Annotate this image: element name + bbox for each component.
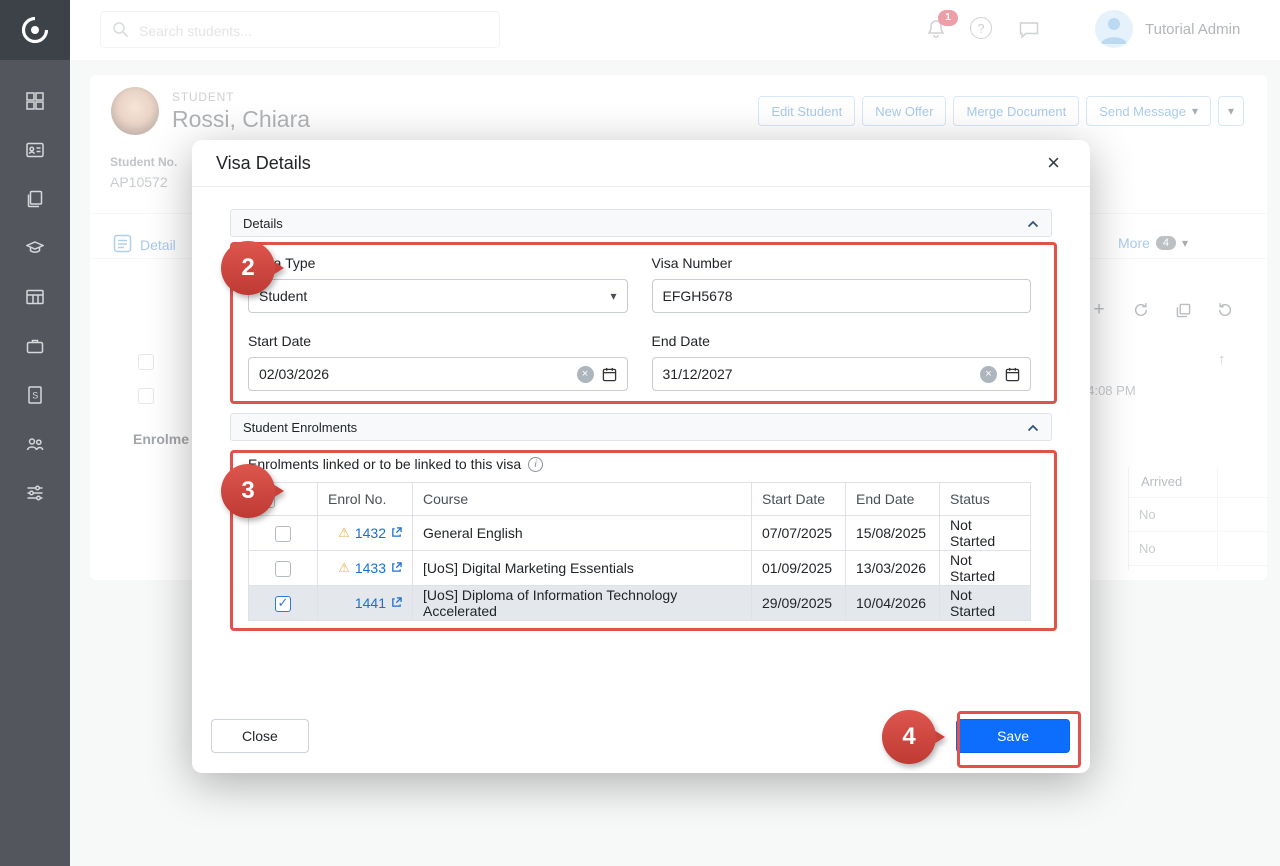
save-button[interactable]: Save [956,719,1070,753]
row-checkbox[interactable] [275,596,291,612]
row-checkbox[interactable] [275,526,291,542]
classes-icon[interactable] [26,288,44,306]
details-section-header[interactable]: Details [230,209,1052,237]
status-cell: Not Started [940,516,1031,551]
close-icon[interactable]: × [1041,151,1066,175]
info-icon[interactable]: i [528,457,543,472]
course-cell: General English [413,516,752,551]
visa-number-input[interactable]: EFGH5678 [652,279,1032,313]
enrol-link[interactable]: 1433 [355,560,386,576]
end-date-label: End Date [652,333,1032,349]
modal-title: Visa Details [216,153,311,174]
dashboard-icon[interactable] [26,92,44,110]
external-link-icon[interactable] [391,525,402,541]
visa-type-label: *Visa Type [248,255,628,271]
warning-icon: ⚠ [338,525,350,541]
calendar-icon[interactable] [602,367,617,382]
caret-down-icon: ▾ [610,289,616,303]
column-header-enrol-no: Enrol No. [318,483,413,516]
visa-type-select[interactable]: Student ▾ [248,279,628,313]
annotation-step-3: 3 [221,464,275,518]
annotation-step-2: 2 [221,241,275,295]
end-date-cell: 13/03/2026 [846,551,940,586]
annotation-step-4: 4 [882,710,936,764]
start-date-cell: 01/09/2025 [752,551,846,586]
row-checkbox[interactable] [275,561,291,577]
sidebar: S [0,0,70,866]
clear-icon[interactable]: × [577,366,594,383]
chevron-up-icon [1027,216,1039,231]
students-icon[interactable] [26,141,44,159]
clear-icon[interactable]: × [980,366,997,383]
end-date-cell: 10/04/2026 [846,586,940,621]
app-logo[interactable] [0,0,70,60]
end-date-input[interactable]: 31/12/2027 × [652,357,1032,391]
end-date-cell: 15/08/2025 [846,516,940,551]
invoices-icon[interactable]: S [26,386,44,404]
table-row[interactable]: ⚠ 1433 [UoS] Digital Marketing Essentials… [249,551,1031,586]
start-date-cell: 07/07/2025 [752,516,846,551]
start-date-label: Start Date [248,333,628,349]
visa-number-label: Visa Number [652,255,1032,271]
enrolments-section-header[interactable]: Student Enrolments [230,413,1052,441]
svg-text:S: S [32,391,38,401]
course-cell: [UoS] Digital Marketing Essentials [413,551,752,586]
enrol-link[interactable]: 1432 [355,525,386,541]
table-row-selected[interactable]: 1441 [UoS] Diploma of Information Techno… [249,586,1031,621]
column-header-start-date: Start Date [752,483,846,516]
courses-icon[interactable] [26,239,44,257]
warning-icon: ⚠ [338,560,350,576]
status-cell: Not Started [940,551,1031,586]
table-row[interactable]: ⚠ 1432 General English 07/07/2025 15/08/2… [249,516,1031,551]
start-date-input[interactable]: 02/03/2026 × [248,357,628,391]
agents-icon[interactable] [26,337,44,355]
calendar-icon[interactable] [1005,367,1020,382]
column-header-end-date: End Date [846,483,940,516]
enrolments-caption: Enrolments linked or to be linked to thi… [248,456,521,472]
chevron-up-icon [1027,420,1039,435]
column-header-course: Course [413,483,752,516]
enrol-link[interactable]: 1441 [355,595,386,611]
course-cell: [UoS] Diploma of Information Technology … [413,586,752,621]
staff-icon[interactable] [26,435,44,453]
external-link-icon[interactable] [391,595,402,611]
close-button[interactable]: Close [211,719,309,753]
offers-icon[interactable] [26,190,44,208]
visa-details-modal: Visa Details × Details *Visa Type Studen… [192,140,1090,773]
start-date-cell: 29/09/2025 [752,586,846,621]
settings-icon[interactable] [26,484,44,502]
column-header-status: Status [940,483,1031,516]
enrolments-table: Enrol No. Course Start Date End Date Sta… [248,482,1031,621]
external-link-icon[interactable] [391,560,402,576]
status-cell: Not Started [940,586,1031,621]
